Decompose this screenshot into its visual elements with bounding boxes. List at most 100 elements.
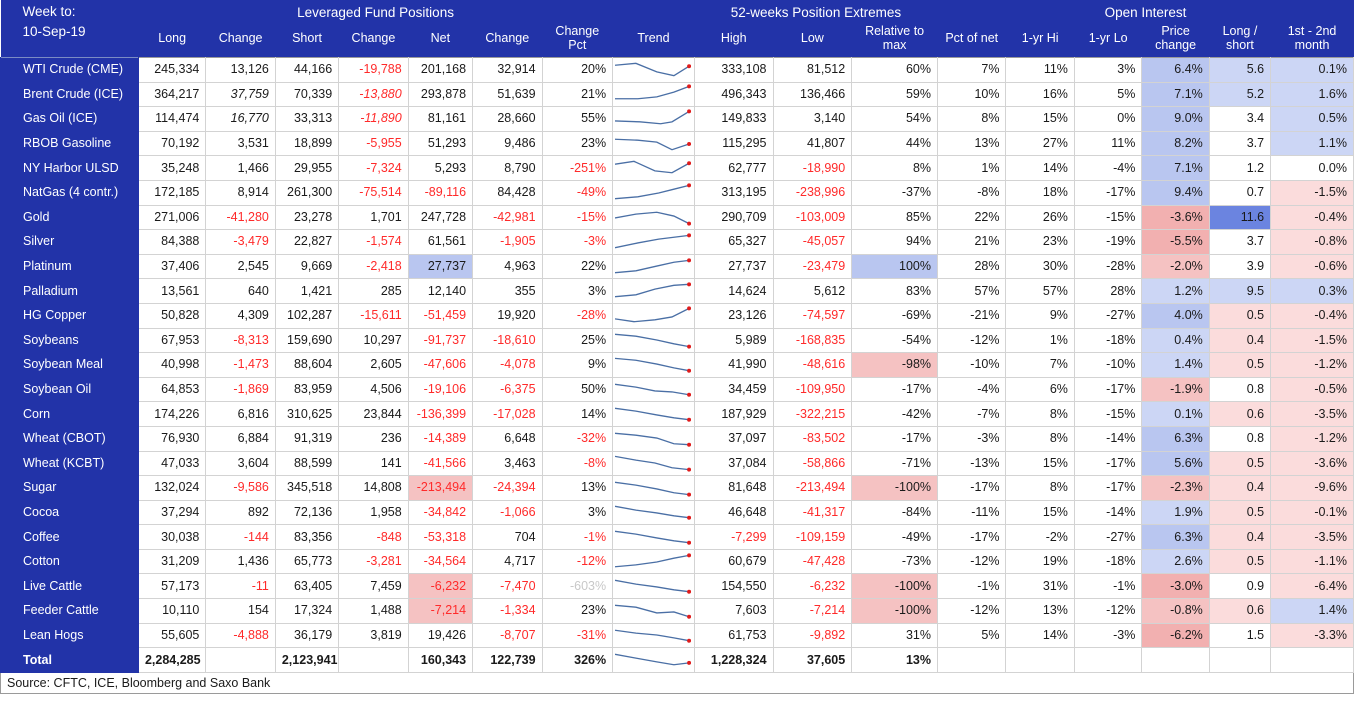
row-label-platinum[interactable]: Platinum	[0, 253, 139, 280]
row-label-corn[interactable]: Corn	[0, 401, 139, 427]
col-pct-of-net[interactable]: Pct of net	[937, 22, 1006, 58]
cell-1yr-hi: 14%	[1005, 155, 1075, 181]
cell-1yr-lo: -18%	[1073, 548, 1143, 575]
row-label-brent-crude-ice[interactable]: Brent Crude (ICE)	[0, 81, 139, 108]
cell-price-change: 0.4%	[1141, 327, 1210, 354]
cell-change-net: 51,639	[472, 81, 543, 108]
cell-1st-2nd-month: 1.1%	[1270, 130, 1354, 157]
col-low[interactable]: Low	[773, 22, 852, 58]
col-change-long[interactable]: Change	[205, 22, 276, 58]
row-label-soybeans[interactable]: Soybeans	[0, 327, 139, 354]
cell-1yr-hi: 31%	[1005, 573, 1075, 600]
col-change-net[interactable]: Change	[472, 22, 543, 58]
col-long-short[interactable]: Long / short	[1209, 22, 1271, 58]
sparkline-icon	[612, 352, 695, 378]
cell-1st-2nd-month: -0.1%	[1270, 499, 1354, 526]
col-relative-to-max[interactable]: Relative to max	[851, 22, 938, 58]
cell-52w-high: 187,929	[693, 401, 774, 427]
cell-pct-of-net: -17%	[937, 475, 1007, 501]
row-label-soybean-meal[interactable]: Soybean Meal	[0, 352, 139, 378]
cell-change-short: -848	[338, 524, 409, 550]
cell-relative-to-max: -69%	[851, 302, 939, 329]
table-row: Cotton 31,209 1,436 65,773 -3,281 -34,564 4,71…	[0, 548, 1354, 575]
row-label-wti-crude-cme[interactable]: WTI Crude (CME)	[0, 57, 139, 83]
cell-change-long: 3,604	[205, 450, 276, 477]
cell-change-long	[205, 647, 276, 673]
col-high[interactable]: High	[694, 22, 774, 58]
cell-1st-2nd-month: -0.5%	[1270, 376, 1354, 403]
row-label-palladium[interactable]: Palladium	[0, 278, 139, 304]
row-label-natgas-4-contr[interactable]: NatGas (4 contr.)	[0, 179, 139, 206]
cell-short: 91,319	[274, 425, 340, 452]
row-label-hg-copper[interactable]: HG Copper	[0, 302, 139, 329]
cell-long: 2,284,285	[137, 647, 207, 673]
row-label-coffee[interactable]: Coffee	[0, 524, 139, 550]
row-label-lean-hogs[interactable]: Lean Hogs	[0, 622, 139, 649]
cell-long-short: 0.4	[1208, 524, 1272, 550]
row-label-sugar[interactable]: Sugar	[0, 475, 139, 501]
col-change-pct[interactable]: Change Pct	[542, 22, 613, 58]
table-row: Wheat (CBOT) 76,930 6,884 91,319 236 -14,389 6…	[0, 425, 1354, 452]
group-open-interest: Open Interest	[937, 0, 1354, 22]
cell-pct-of-net: 8%	[937, 106, 1007, 132]
cell-change-net: 9,486	[472, 130, 543, 157]
cell-52w-low: -6,232	[772, 573, 853, 600]
row-label-cotton[interactable]: Cotton	[0, 548, 139, 575]
cell-long-short: 3.7	[1208, 130, 1272, 157]
cell-change-pct: 23%	[541, 130, 614, 157]
cell-change-net: 28,660	[472, 106, 543, 132]
cell-long-short: 0.6	[1208, 401, 1272, 427]
table-row: Soybeans 67,953 -8,313 159,690 10,297 -91,737…	[0, 327, 1354, 354]
cell-net: 12,140	[407, 278, 474, 304]
cell-1yr-lo: -12%	[1073, 598, 1143, 624]
row-label-cocoa[interactable]: Cocoa	[0, 499, 139, 526]
row-label-ny-harbor-ulsd[interactable]: NY Harbor ULSD	[0, 155, 139, 181]
col-1st-2nd-month[interactable]: 1st - 2nd month	[1270, 22, 1354, 58]
cell-long-short: 0.4	[1208, 327, 1272, 354]
row-label-live-cattle[interactable]: Live Cattle	[0, 573, 139, 600]
cell-1st-2nd-month: -1.5%	[1270, 179, 1354, 206]
cell-change-long: -1,869	[205, 376, 276, 403]
cell-52w-low: 3,140	[772, 106, 853, 132]
row-label-total[interactable]: Total	[0, 647, 139, 673]
cell-1st-2nd-month: 1.6%	[1270, 81, 1354, 108]
col-change-short[interactable]: Change	[338, 22, 409, 58]
cell-change-short: 1,958	[338, 499, 409, 526]
cell-change-short: -5,955	[338, 130, 409, 157]
cell-52w-low: -41,317	[772, 499, 853, 526]
row-label-wheat-cbot[interactable]: Wheat (CBOT)	[0, 425, 139, 452]
row-label-wheat-kcbt[interactable]: Wheat (KCBT)	[0, 450, 139, 477]
cell-pct-of-net: 1%	[937, 155, 1007, 181]
row-label-soybean-oil[interactable]: Soybean Oil	[0, 376, 139, 403]
cell-change-long: 2,545	[205, 253, 276, 280]
cell-long-short: 0.8	[1208, 376, 1272, 403]
col-short[interactable]: Short	[275, 22, 339, 58]
row-label-gold[interactable]: Gold	[0, 204, 139, 231]
cell-pct-of-net: -1%	[937, 573, 1007, 600]
col-trend[interactable]: Trend	[612, 22, 695, 58]
col-1yr-lo[interactable]: 1-yr Lo	[1074, 22, 1142, 58]
cell-long-short: 0.5	[1208, 302, 1272, 329]
col-long[interactable]: Long	[138, 22, 206, 58]
col-net[interactable]: Net	[408, 22, 473, 58]
cell-net: 51,293	[407, 130, 474, 157]
col-price-change[interactable]: Price change	[1141, 22, 1210, 58]
col-1yr-hi[interactable]: 1-yr Hi	[1005, 22, 1075, 58]
cell-pct-of-net: 28%	[937, 253, 1007, 280]
cell-relative-to-max: -17%	[851, 376, 939, 403]
cell-change-net: 4,963	[472, 253, 543, 280]
row-label-feeder-cattle[interactable]: Feeder Cattle	[0, 598, 139, 624]
row-label-gas-oil-ice[interactable]: Gas Oil (ICE)	[0, 106, 139, 132]
cell-pct-of-net: 10%	[937, 81, 1007, 108]
cell-change-pct: -1%	[541, 524, 614, 550]
cell-change-net: 4,717	[472, 548, 543, 575]
cell-change-net: -1,905	[472, 229, 543, 255]
cell-change-pct: 22%	[541, 253, 614, 280]
cell-1yr-hi: 27%	[1005, 130, 1075, 157]
row-label-rbob-gasoline[interactable]: RBOB Gasoline	[0, 130, 139, 157]
cell-52w-low: -58,866	[772, 450, 853, 477]
row-label-silver[interactable]: Silver	[0, 229, 139, 255]
cell-1st-2nd-month: 0.3%	[1270, 278, 1354, 304]
cell-change-long: 6,884	[205, 425, 276, 452]
cell-1yr-lo: -10%	[1073, 352, 1143, 378]
